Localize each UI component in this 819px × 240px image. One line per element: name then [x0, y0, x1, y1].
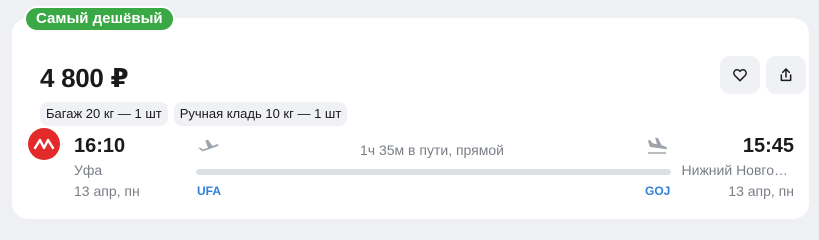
- share-icon: [780, 68, 792, 82]
- baggage-tags: Багаж 20 кг — 1 шт Ручная кладь 10 кг — …: [40, 102, 348, 126]
- heart-icon: [733, 69, 747, 82]
- price: 4 800 ₽: [40, 63, 129, 93]
- takeoff-plane-icon: [198, 139, 219, 152]
- favorite-button[interactable]: [720, 56, 760, 94]
- arrival-iata: GOJ: [645, 184, 671, 198]
- departure-iata: UFA: [197, 184, 221, 198]
- carry-on-tag: Ручная кладь 10 кг — 1 шт: [173, 102, 348, 126]
- landing-plane-icon: [648, 137, 668, 154]
- share-button[interactable]: [766, 56, 806, 94]
- route-bar: [196, 169, 671, 175]
- departure-date: 13 апр, пн: [74, 183, 140, 199]
- arrival-city: Нижний Новго…: [681, 162, 788, 178]
- departure-city: Уфа: [74, 162, 103, 178]
- cheapest-badge: Самый дешёвый: [24, 6, 175, 32]
- flight-duration: 1ч 35м в пути, прямой: [360, 142, 504, 158]
- departure-time: 16:10: [74, 135, 126, 157]
- arrival-time: 15:45: [742, 135, 794, 157]
- baggage-tag: Багаж 20 кг — 1 шт: [40, 102, 168, 126]
- airline-logo: [28, 128, 60, 160]
- arrival-date: 13 апр, пн: [728, 183, 794, 199]
